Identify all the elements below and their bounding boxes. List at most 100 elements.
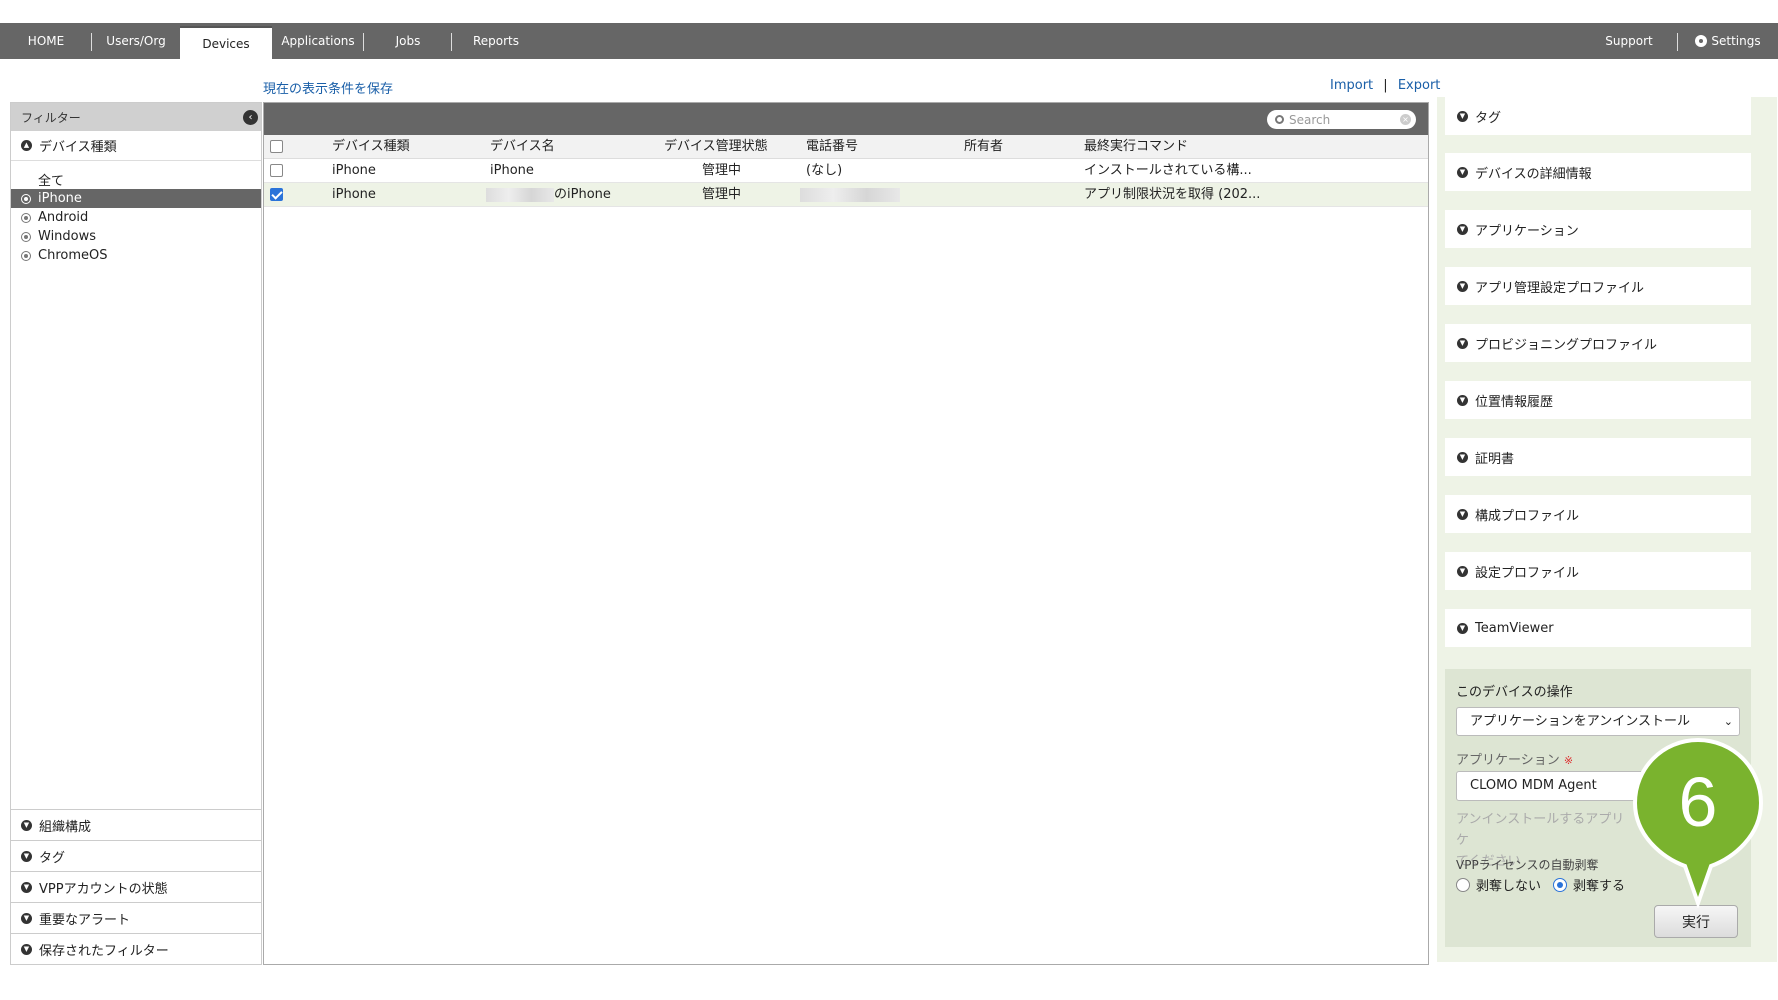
- radio-revoke-label[interactable]: 剥奪する: [1573, 875, 1625, 894]
- filter-item-windows[interactable]: Windows: [11, 227, 261, 246]
- table-row[interactable]: iPhone のiPhone 管理中 アプリ制限状況を取得 (202...: [264, 183, 1428, 207]
- chevron-down-icon: ▼: [1457, 565, 1468, 577]
- redacted-text: [800, 187, 900, 202]
- save-view-link[interactable]: 現在の表示条件を保存: [263, 78, 393, 97]
- top-nav-bar: HOME Users/Org Devices Applications Jobs…: [0, 23, 1778, 59]
- chevron-down-icon: ▼: [21, 819, 32, 831]
- settings-link[interactable]: Settings: [1678, 23, 1778, 59]
- detail-section-label: 設定プロファイル: [1475, 565, 1580, 581]
- filter-section-org[interactable]: ▼ 組織構成: [11, 809, 261, 840]
- cell-command: インストールされている構...: [1084, 163, 1252, 178]
- column-header[interactable]: デバイス名: [490, 135, 555, 159]
- detail-section-label: TeamViewer: [1475, 620, 1554, 636]
- detail-section-config-profile[interactable]: ▼ 構成プロファイル: [1445, 495, 1751, 533]
- cell-command: アプリ制限状況を取得 (202...: [1084, 187, 1261, 202]
- filter-bottom-sections: ▼ 組織構成 ▼ タグ ▼ VPPアカウントの状態 ▼ 重要なアラート ▼ 保存されたフィ…: [11, 809, 261, 964]
- column-header[interactable]: 電話番号: [806, 135, 858, 159]
- chevron-down-icon: ▼: [1457, 451, 1468, 463]
- section-label: VPPアカウントの状態: [39, 881, 168, 897]
- cell-name-text: のiPhone: [554, 187, 611, 202]
- filter-item-chromeos[interactable]: ChromeOS: [11, 246, 261, 265]
- filter-item-label: ChromeOS: [38, 248, 108, 263]
- detail-section-label: デバイスの詳細情報: [1475, 166, 1592, 182]
- detail-section-location[interactable]: ▼ 位置情報履歴: [1445, 381, 1751, 419]
- detail-section-label: アプリケーション: [1475, 223, 1579, 239]
- filter-item-all[interactable]: 全て: [11, 170, 261, 189]
- detail-section-certificates[interactable]: ▼ 証明書: [1445, 438, 1751, 476]
- chevron-down-icon: ▼: [21, 943, 32, 955]
- vpp-revoke-radio-group: 剥奪しない 剥奪する: [1456, 875, 1625, 894]
- settings-label: Settings: [1711, 34, 1761, 48]
- device-type-list: 全て iPhone Android Windows ChromeOS: [11, 161, 261, 265]
- filter-item-label: iPhone: [38, 191, 82, 206]
- tab-applications[interactable]: Applications: [272, 23, 364, 59]
- support-link[interactable]: Support: [1580, 23, 1678, 59]
- filter-item-android[interactable]: Android: [11, 208, 261, 227]
- column-header[interactable]: 所有者: [964, 135, 1003, 159]
- column-header[interactable]: デバイス種類: [332, 135, 410, 159]
- filter-title: フィルター: [21, 110, 81, 125]
- detail-section-device-info[interactable]: ▼ デバイスの詳細情報: [1445, 153, 1751, 191]
- filter-header: フィルター ‹: [11, 103, 261, 131]
- gear-icon: [1695, 35, 1708, 47]
- filter-item-iphone[interactable]: iPhone: [11, 189, 261, 208]
- row-checkbox[interactable]: [270, 164, 283, 177]
- tab-users-org[interactable]: Users/Org: [92, 23, 180, 59]
- table-header: デバイス種類 デバイス名 デバイス管理状態 電話番号 所有者 最終実行コマンド: [264, 135, 1428, 159]
- detail-section-settings-profile[interactable]: ▼ 設定プロファイル: [1445, 552, 1751, 590]
- detail-section-tag[interactable]: ▼ タグ: [1445, 97, 1751, 135]
- search-input[interactable]: Search ×: [1267, 110, 1416, 129]
- section-label: 重要なアラート: [39, 912, 131, 928]
- expand-icon: [21, 231, 31, 242]
- column-header[interactable]: デバイス管理状態: [664, 135, 768, 159]
- operation-select[interactable]: アプリケーションをアンインストール ⌄: [1456, 707, 1740, 736]
- operation-title: このデバイスの操作: [1456, 685, 1573, 700]
- import-link[interactable]: Import: [1330, 78, 1373, 93]
- select-all-checkbox[interactable]: [270, 140, 283, 153]
- detail-section-app-config[interactable]: ▼ アプリ管理設定プロファイル: [1445, 267, 1751, 305]
- chevron-down-icon: ▼: [1457, 394, 1468, 406]
- cell-phone: (なし): [806, 163, 843, 178]
- chevron-down-icon: ▼: [1457, 622, 1468, 634]
- row-checkbox[interactable]: [270, 188, 283, 201]
- radio-no-revoke-label[interactable]: 剥奪しない: [1476, 875, 1541, 894]
- chevron-down-icon: ▼: [1457, 337, 1468, 349]
- chevron-down-icon: ▼: [1457, 280, 1468, 292]
- filter-panel: フィルター ‹ ▲ デバイス種類 全て iPhone Android Windo…: [10, 102, 262, 965]
- column-header[interactable]: 最終実行コマンド: [1084, 135, 1188, 159]
- tab-jobs[interactable]: Jobs: [364, 23, 452, 59]
- detail-section-applications[interactable]: ▼ アプリケーション: [1445, 210, 1751, 248]
- section-label: 保存されたフィルター: [39, 943, 169, 959]
- clear-icon[interactable]: ×: [1400, 114, 1411, 125]
- filter-section-alerts[interactable]: ▼ 重要なアラート: [11, 902, 261, 933]
- expand-icon: [21, 193, 31, 204]
- tab-reports[interactable]: Reports: [452, 23, 540, 59]
- detail-section-label: 位置情報履歴: [1475, 394, 1554, 410]
- filter-item-label: 全て: [38, 174, 65, 189]
- device-type-section-label: デバイス種類: [39, 140, 117, 155]
- step-callout-pin: 6: [1633, 738, 1763, 908]
- import-export-links: Import | Export: [1330, 78, 1440, 93]
- chevron-down-icon: ▼: [1457, 110, 1468, 122]
- vpp-revoke-label: VPPライセンスの自動剥奪: [1456, 858, 1599, 872]
- filter-section-tag[interactable]: ▼ タグ: [11, 840, 261, 871]
- help-line: アンインストールするアプリケ: [1456, 812, 1625, 848]
- tab-devices[interactable]: Devices: [180, 26, 272, 59]
- export-link[interactable]: Export: [1398, 78, 1441, 93]
- device-type-section-header[interactable]: ▲ デバイス種類: [11, 131, 261, 161]
- radio-no-revoke[interactable]: [1456, 877, 1470, 892]
- filter-section-saved[interactable]: ▼ 保存されたフィルター: [11, 933, 261, 964]
- search-icon: [1275, 115, 1284, 124]
- cell-name: iPhone: [490, 163, 534, 178]
- collapse-panel-icon[interactable]: ‹: [243, 110, 258, 125]
- cell-status: 管理中: [702, 163, 742, 178]
- detail-section-provisioning[interactable]: ▼ プロビジョニングプロファイル: [1445, 324, 1751, 362]
- radio-revoke[interactable]: [1553, 877, 1568, 892]
- table-row[interactable]: iPhone iPhone 管理中 (なし) インストールされている構...: [264, 159, 1428, 183]
- tab-home[interactable]: HOME: [0, 23, 92, 59]
- filter-section-vpp[interactable]: ▼ VPPアカウントの状態: [11, 871, 261, 902]
- detail-section-teamviewer[interactable]: ▼ TeamViewer: [1445, 609, 1751, 647]
- run-button[interactable]: 実行: [1654, 905, 1738, 938]
- redacted-text: [486, 187, 554, 202]
- expand-icon: [21, 250, 31, 261]
